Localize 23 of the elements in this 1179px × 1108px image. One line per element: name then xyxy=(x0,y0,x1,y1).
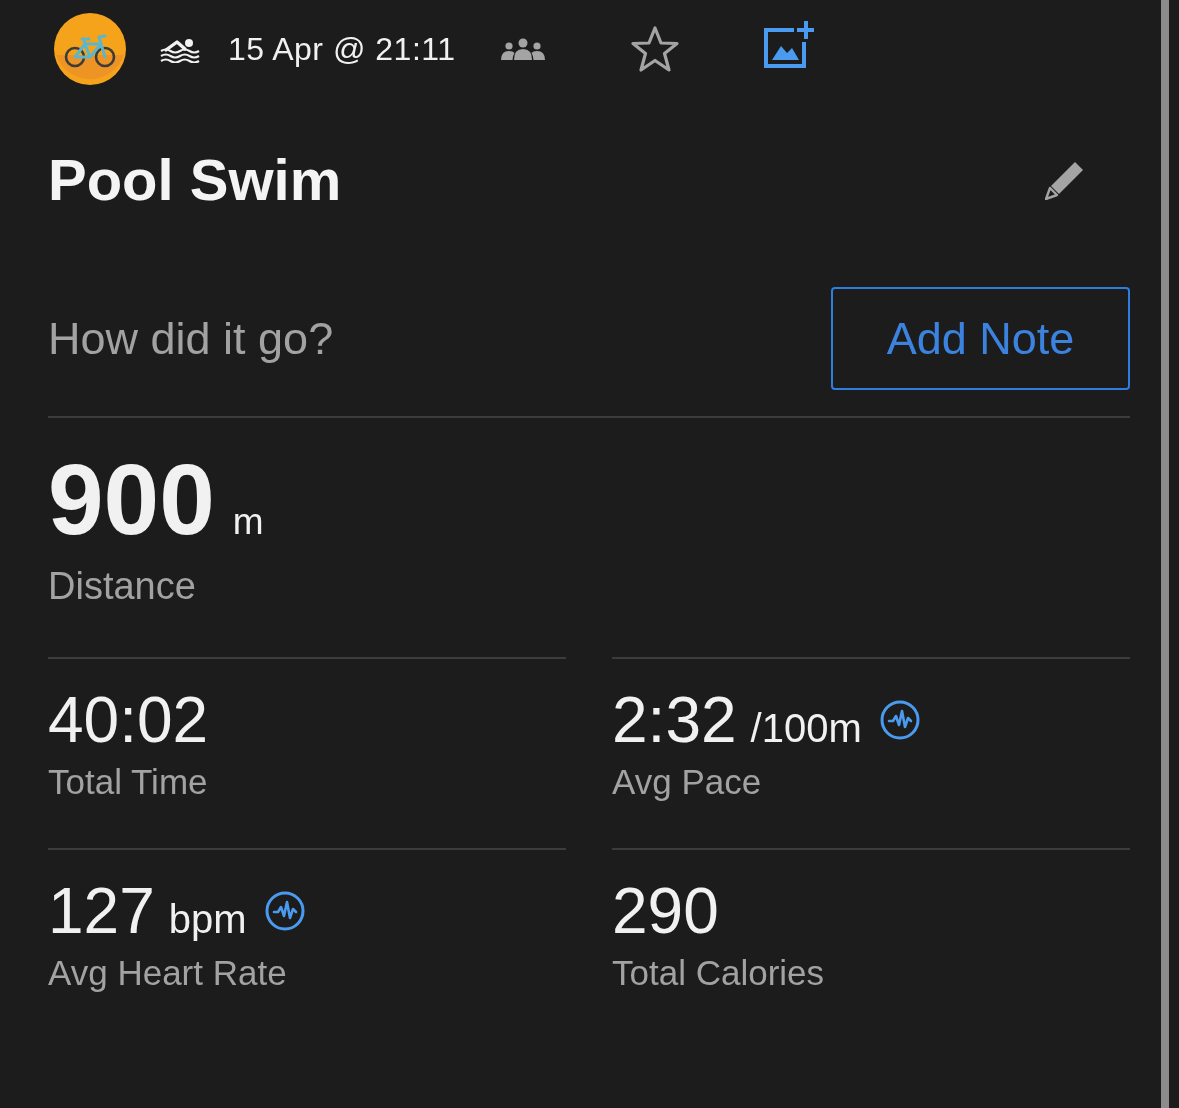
bicycle-avatar-icon xyxy=(54,13,126,85)
stat-label: Total Calories xyxy=(612,952,825,994)
group-icon[interactable] xyxy=(501,38,546,60)
stat-value: 127 xyxy=(48,879,155,943)
stat-label: Total Time xyxy=(48,761,208,803)
edit-pencil-icon[interactable] xyxy=(1045,160,1085,200)
stat-unit: /100m xyxy=(750,706,862,751)
add-note-button[interactable]: Add Note xyxy=(831,287,1130,390)
stat-label: Avg Pace xyxy=(612,761,762,803)
stat-value: 40:02 xyxy=(48,688,209,752)
note-prompt: How did it go? xyxy=(48,312,334,365)
distance-value: 900 xyxy=(48,449,215,549)
distance-label: Distance xyxy=(48,564,196,609)
scrollbar[interactable] xyxy=(1161,0,1169,1108)
stat-value: 290 xyxy=(612,879,719,943)
stat-unit: bpm xyxy=(168,897,247,942)
star-icon[interactable] xyxy=(631,26,680,72)
stat-value: 2:32 xyxy=(612,688,737,752)
distance-unit: m xyxy=(232,501,264,543)
stat-label: Avg Heart Rate xyxy=(48,952,287,994)
activity-title: Pool Swim xyxy=(48,146,342,214)
activity-date: 15 Apr @ 21:11 xyxy=(228,30,456,68)
add-photo-icon[interactable] xyxy=(764,20,815,68)
